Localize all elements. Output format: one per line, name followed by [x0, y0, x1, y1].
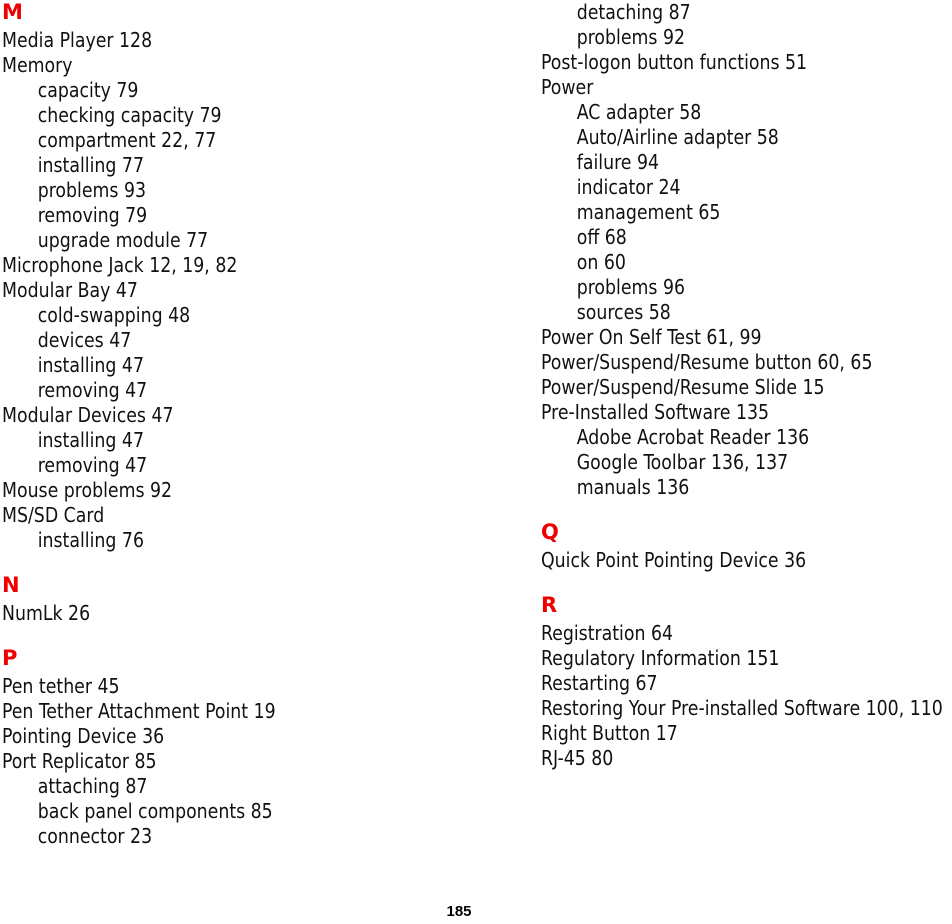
section-letter-heading: N: [2, 573, 20, 597]
section-entry-list: NumLk 26: [2, 601, 522, 626]
section-letter-heading: Q: [541, 520, 559, 544]
index-subentry: removing 47: [37, 453, 148, 477]
index-subentry: indicator 24: [576, 175, 681, 199]
index-subentry: sources 58: [576, 300, 671, 324]
index-subentry: off 68: [576, 225, 627, 249]
index-entry: NumLk 26: [2, 601, 91, 625]
index-entry: Pre-Installed Software 135: [541, 400, 770, 424]
index-entry: Modular Bay 47: [2, 278, 138, 302]
index-section-r: R Registration 64 Regulatory Information 1…: [541, 593, 952, 771]
index-subentry: checking capacity 79: [37, 103, 222, 127]
index-subentry: attaching 87: [37, 774, 148, 798]
index-section-p: P Pen tether 45 Pen Tether Attachment Poin…: [2, 646, 522, 849]
index-subentry: installing 47: [37, 353, 144, 377]
index-subentry: removing 79: [37, 203, 148, 227]
index-entry: RJ-45 80: [541, 746, 614, 770]
index-subentry: installing 47: [37, 428, 144, 452]
section-letter-heading: M: [2, 0, 23, 24]
index-subentry: devices 47: [37, 328, 132, 352]
index-entry: Pen tether 45: [2, 674, 120, 698]
section-letter-heading: R: [541, 593, 558, 617]
index-entry: Restarting 67: [541, 671, 658, 695]
page-number: 185: [446, 903, 472, 920]
index-entry: Memory: [2, 53, 73, 77]
index-subentry: Auto/Airline adapter 58: [576, 125, 779, 149]
index-entry: Power On Self Test 61, 99: [541, 325, 762, 349]
section-entry-list: Pen tether 45 Pen Tether Attachment Point…: [2, 674, 522, 849]
index-subentry: installing 77: [37, 153, 144, 177]
index-section-q: Q Quick Point Pointing Device 36: [541, 520, 952, 573]
index-entry: Quick Point Pointing Device 36: [541, 548, 807, 572]
index-page: M Media Player 128 Memory capacity 79 checki…: [0, 0, 952, 924]
continued-entry-list: detaching 87 problems 92 Post-logon button…: [541, 0, 952, 500]
index-subentry: installing 76: [37, 528, 144, 552]
index-subentry: problems 92: [576, 25, 686, 49]
index-entry: Media Player 128: [2, 28, 153, 52]
index-entry: Power: [541, 75, 594, 99]
index-entry: Registration 64: [541, 621, 674, 645]
index-subentry: Adobe Acrobat Reader 136: [576, 425, 810, 449]
section-entry-list: Registration 64 Regulatory Information 15…: [541, 621, 952, 771]
index-subentry: failure 94: [576, 150, 659, 174]
index-subentry: upgrade module 77: [37, 228, 209, 252]
index-subentry: connector 23: [37, 824, 153, 848]
index-entry: Port Replicator 85: [2, 749, 157, 773]
index-entry: MS/SD Card: [2, 503, 105, 527]
index-section-n: N NumLk 26: [2, 573, 522, 626]
index-entry: Pointing Device 36: [2, 724, 165, 748]
section-entry-list: Media Player 128 Memory capacity 79 checkin…: [2, 28, 522, 553]
index-entry: Power/Suspend/Resume button 60, 65: [541, 350, 873, 374]
index-subentry: capacity 79: [37, 78, 139, 102]
index-subentry: management 65: [576, 200, 721, 224]
index-entry: Pen Tether Attachment Point 19: [2, 699, 276, 723]
index-entry: Power/Suspend/Resume Slide 15: [541, 375, 825, 399]
section-entry-list: Quick Point Pointing Device 36: [541, 548, 952, 573]
index-entry: Restoring Your Pre-installed Software 10…: [541, 696, 943, 720]
index-subentry: Google Toolbar 136, 137: [576, 450, 789, 474]
index-subentry: cold-swapping 48: [37, 303, 191, 327]
right-column: detaching 87 problems 92 Post-logon button…: [541, 0, 952, 771]
index-subentry: AC adapter 58: [576, 100, 702, 124]
index-subentry: removing 47: [37, 378, 148, 402]
index-subentry: manuals 136: [576, 475, 690, 499]
index-subentry: problems 96: [576, 275, 686, 299]
index-subentry: on 60: [576, 250, 626, 274]
index-subentry: compartment 22, 77: [37, 128, 217, 152]
index-entry: Regulatory Information 151: [541, 646, 780, 670]
index-subentry: problems 93: [37, 178, 147, 202]
index-entry: Right Button 17: [541, 721, 678, 745]
section-letter-heading: P: [2, 646, 18, 670]
index-entry: Post-logon button functions 51: [541, 50, 808, 74]
index-subentry: detaching 87: [576, 0, 691, 24]
left-column: M Media Player 128 Memory capacity 79 checki…: [2, 0, 522, 849]
index-entry: Modular Devices 47: [2, 403, 174, 427]
index-entry: Mouse problems 92: [2, 478, 173, 502]
index-entry: Microphone Jack 12, 19, 82: [2, 253, 238, 277]
index-subentry: back panel components 85: [37, 799, 273, 823]
index-section-m: M Media Player 128 Memory capacity 79 checki…: [2, 0, 522, 553]
